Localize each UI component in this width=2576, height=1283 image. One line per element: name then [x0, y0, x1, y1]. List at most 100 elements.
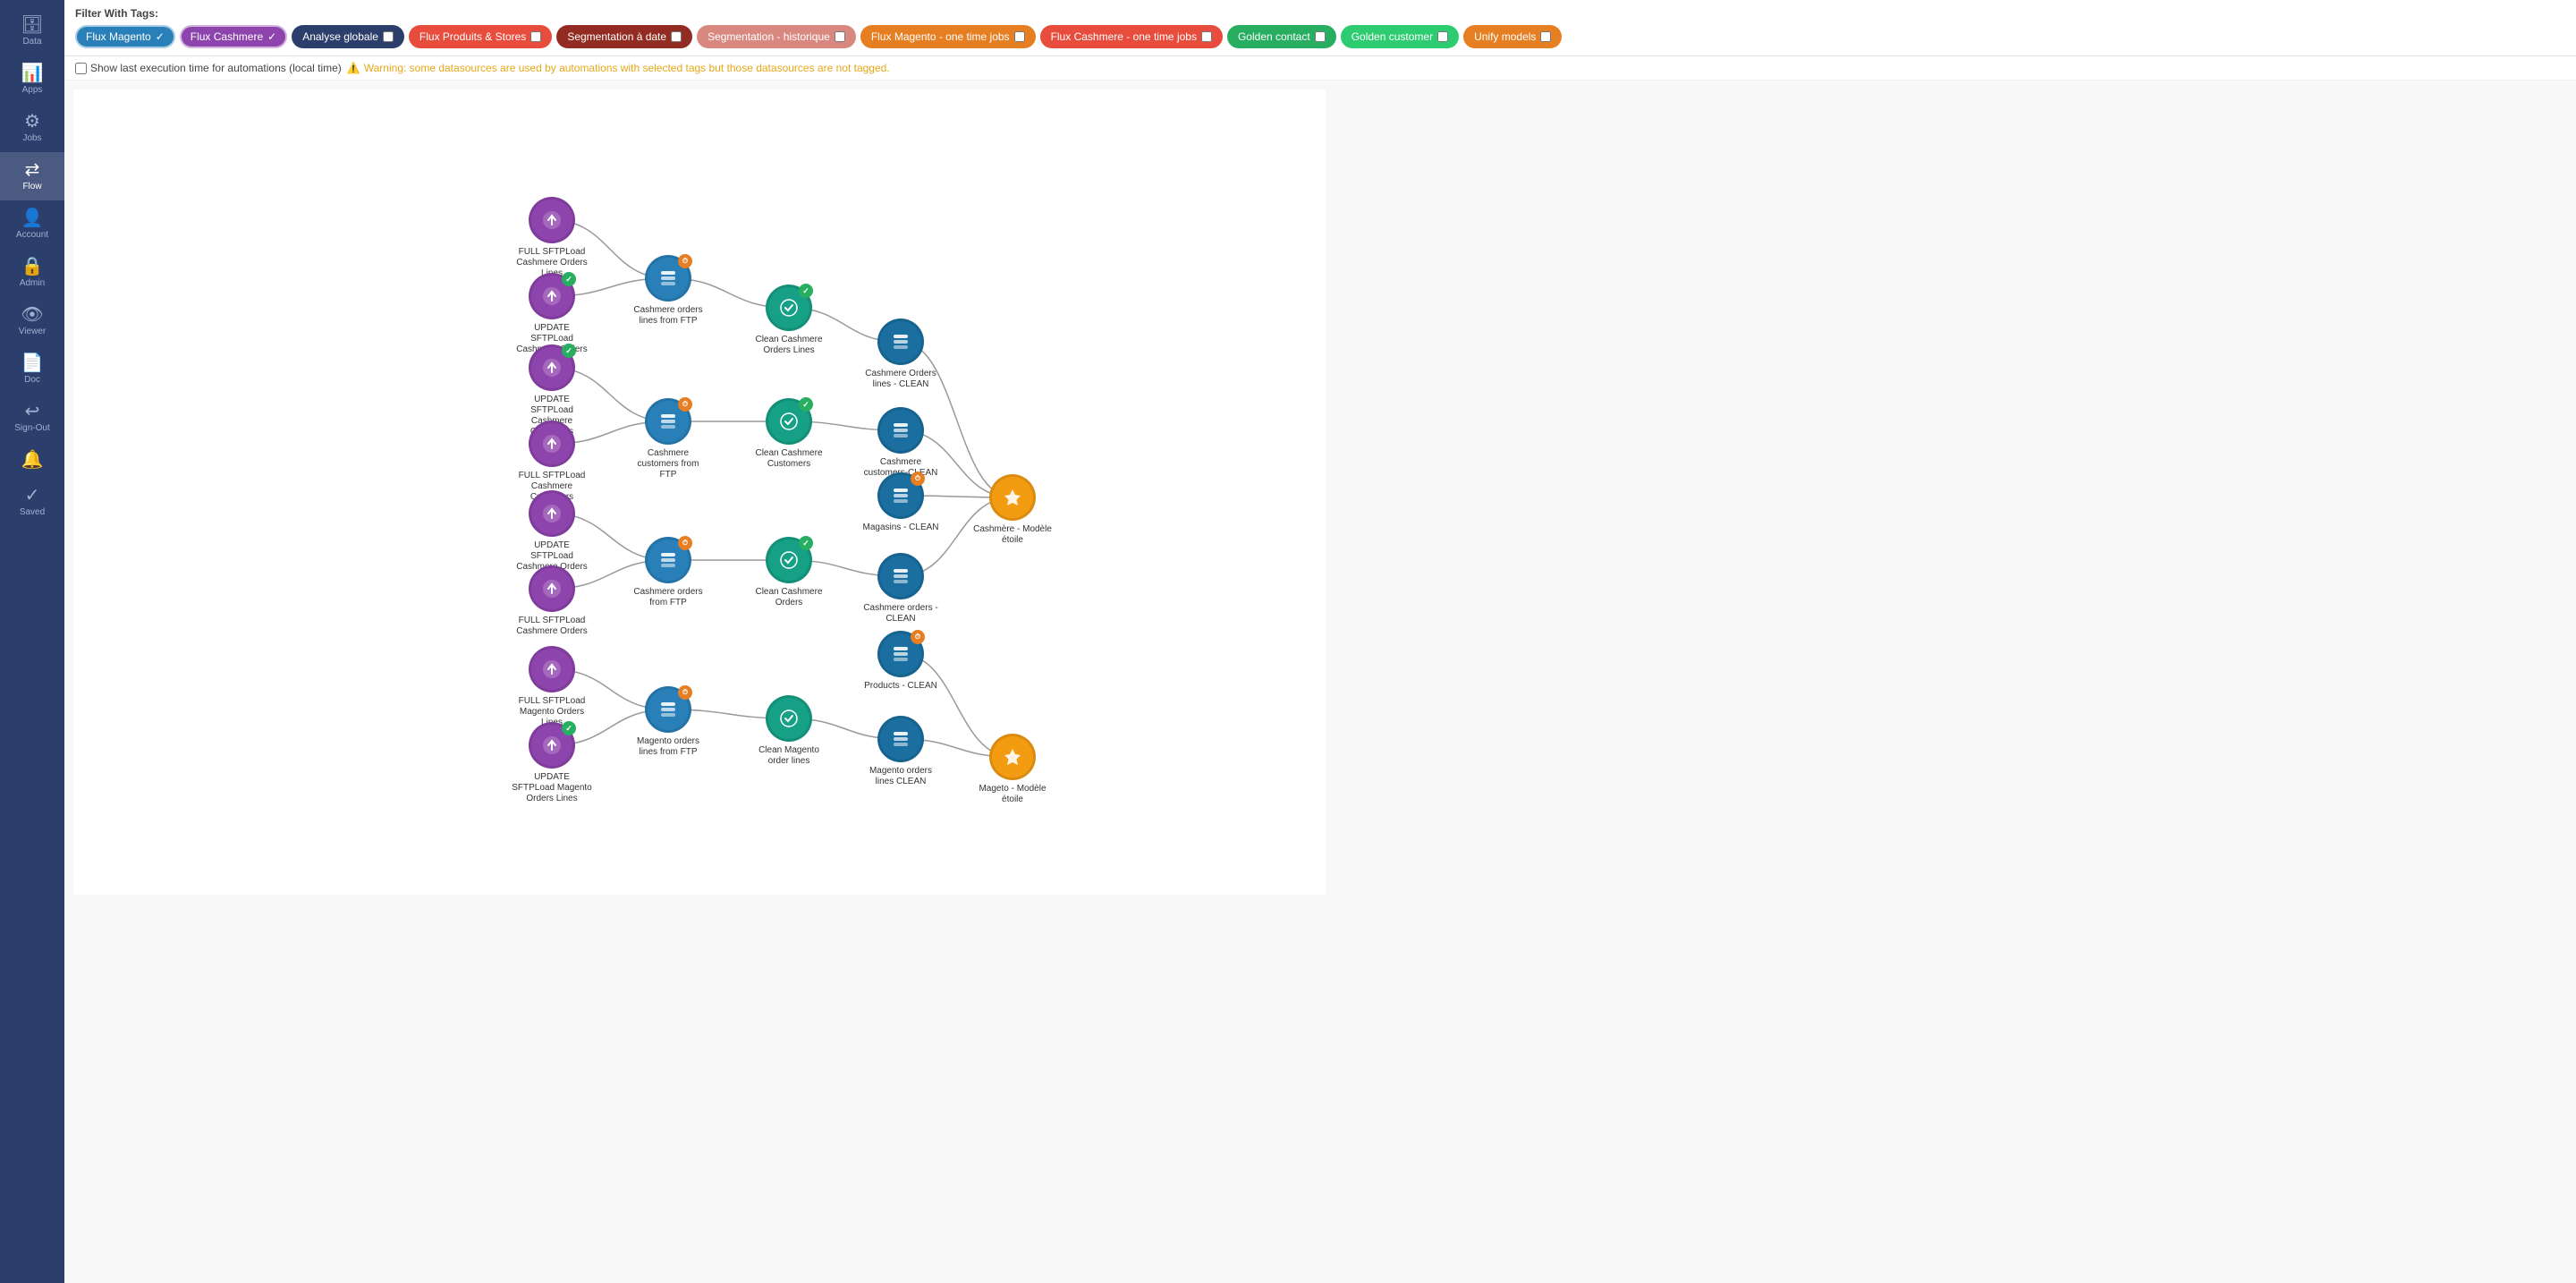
node-n8[interactable]: ⏱Cashmere customers from FTP — [628, 398, 708, 480]
node-label-n17: Cashmère - Modèle étoile — [972, 524, 1053, 546]
sidebar-item-notif[interactable]: 🔔 — [0, 442, 64, 478]
sidebar-item-flow[interactable]: ⇄ Flow — [0, 152, 64, 200]
sidebar-item-apps[interactable]: 📊 Apps — [0, 55, 64, 104]
sidebar-item-account[interactable]: 👤 Account — [0, 200, 64, 249]
node-circle-n1 — [529, 197, 575, 243]
node-n20[interactable]: ✓ UPDATE SFTPLoad Magento Orders Lines — [512, 722, 592, 804]
node-label-n8: Cashmere customers from FTP — [628, 448, 708, 480]
warning-message: ⚠️ Warning: some datasources are used by… — [347, 62, 890, 74]
badge-orange-n13: ⏱ — [678, 536, 692, 550]
badge-orange-n16: ⏱ — [911, 472, 925, 486]
options-bar: Show last execution time for automations… — [64, 56, 2576, 81]
sidebar-label-viewer: Viewer — [19, 327, 46, 336]
signout-icon: ↩ — [25, 403, 40, 421]
node-circle-n7 — [529, 421, 575, 467]
node-n15[interactable]: Cashmere orders - CLEAN — [860, 553, 941, 625]
tag-flux-cashmere-onetime[interactable]: Flux Cashmere - one time jobs — [1040, 25, 1223, 48]
sidebar-label-apps: Apps — [22, 85, 43, 95]
sidebar-label-data: Data — [22, 37, 41, 47]
node-label-n23: Magento orders lines CLEAN — [860, 766, 941, 787]
main-content: Filter With Tags:Flux Magento✓ Flux Cash… — [64, 0, 2576, 1283]
node-circle-n8: ⏱ — [645, 398, 691, 445]
node-circle-n13: ⏱ — [645, 537, 691, 583]
node-n9[interactable]: ✓Clean Cashmere Customers — [749, 398, 829, 470]
node-circle-n5 — [877, 319, 924, 365]
node-n1[interactable]: FULL SFTPLoad Cashmere Orders Lines — [512, 197, 592, 279]
tag-analyse-globale[interactable]: Analyse globale — [292, 25, 404, 48]
node-label-n20: UPDATE SFTPLoad Magento Orders Lines — [512, 772, 592, 804]
node-n3[interactable]: ⏱ Cashmere orders lines from FTP — [628, 255, 708, 327]
tag-flux-magento-onetime[interactable]: Flux Magento - one time jobs — [860, 25, 1036, 48]
badge-green-n6: ✓ — [562, 344, 576, 358]
sidebar-item-saved[interactable]: ✓ Saved — [0, 478, 64, 526]
show-execution-label[interactable]: Show last execution time for automations… — [75, 62, 342, 74]
node-n10[interactable]: Cashmere customers-CLEAN — [860, 407, 941, 479]
node-n18[interactable]: ⏱Products - CLEAN — [860, 631, 941, 692]
node-circle-n3: ⏱ — [645, 255, 691, 302]
node-label-n4: Clean Cashmere Orders Lines — [749, 335, 829, 356]
node-n13[interactable]: ⏱Cashmere orders from FTP — [628, 537, 708, 608]
node-circle-n11 — [529, 490, 575, 537]
tag-flux-produits[interactable]: Flux Produits & Stores — [409, 25, 552, 48]
tag-segmentation-hist[interactable]: Segmentation - historique — [697, 25, 856, 48]
node-circle-n16: ⏱ — [877, 472, 924, 519]
node-n12[interactable]: FULL SFTPLoad Cashmere Orders — [512, 565, 592, 637]
node-n4[interactable]: ✓ Clean Cashmere Orders Lines — [749, 285, 829, 356]
badge-green-n2: ✓ — [562, 272, 576, 286]
node-circle-n10 — [877, 407, 924, 454]
tag-flux-cashmere[interactable]: Flux Cashmere✓ — [180, 25, 287, 48]
node-circle-n12 — [529, 565, 575, 612]
node-circle-n4: ✓ — [766, 285, 812, 331]
badge-orange-n18: ⏱ — [911, 630, 925, 644]
sidebar-label-account: Account — [16, 230, 48, 240]
tag-segmentation-date[interactable]: Segmentation à date — [556, 25, 692, 48]
canvas-area[interactable]: FULL SFTPLoad Cashmere Orders Lines✓UPDA… — [64, 81, 2576, 1283]
tag-unify-models[interactable]: Unify models — [1463, 25, 1562, 48]
node-circle-n21: ⏱ — [645, 686, 691, 733]
node-label-n3: Cashmere orders lines from FTP — [628, 305, 708, 327]
sidebar-item-viewer[interactable]: 👁 Viewer — [0, 297, 64, 345]
node-n14[interactable]: ✓Clean Cashmere Orders — [749, 537, 829, 608]
node-n24[interactable]: Mageto - Modèle étoile — [972, 734, 1053, 805]
node-circle-n20: ✓ — [529, 722, 575, 769]
jobs-icon: ⚙ — [24, 113, 40, 131]
sidebar-item-jobs[interactable]: ⚙ Jobs — [0, 104, 64, 152]
show-execution-checkbox[interactable] — [75, 63, 87, 74]
flow-icon: ⇄ — [25, 161, 40, 179]
admin-icon: 🔒 — [21, 258, 44, 276]
tag-flux-magento[interactable]: Flux Magento✓ — [75, 25, 175, 48]
node-n22[interactable]: Clean Magento order lines — [749, 695, 829, 767]
sidebar-item-admin[interactable]: 🔒 Admin — [0, 249, 64, 297]
account-icon: 👤 — [21, 209, 44, 227]
doc-icon: 📄 — [21, 354, 44, 372]
sidebar-label-admin: Admin — [20, 278, 45, 288]
node-n11[interactable]: UPDATE SFTPLoad Cashmere Orders — [512, 490, 592, 573]
node-n5[interactable]: Cashmere Orders lines - CLEAN — [860, 319, 941, 390]
sidebar-item-data[interactable]: 🗄 Data — [0, 7, 64, 55]
node-circle-n18: ⏱ — [877, 631, 924, 677]
badge-green-n20: ✓ — [562, 721, 576, 735]
node-circle-n24 — [989, 734, 1036, 780]
sidebar-item-signout[interactable]: ↩ Sign-Out — [0, 394, 64, 442]
node-n21[interactable]: ⏱Magento orders lines from FTP — [628, 686, 708, 758]
filter-bar: Filter With Tags:Flux Magento✓ Flux Cash… — [64, 0, 2576, 56]
badge-orange-n21: ⏱ — [678, 685, 692, 700]
tag-golden-contact[interactable]: Golden contact — [1227, 25, 1336, 48]
node-n19[interactable]: FULL SFTPLoad Magento Orders Lines — [512, 646, 592, 728]
node-circle-n14: ✓ — [766, 537, 812, 583]
node-n17[interactable]: Cashmère - Modèle étoile — [972, 474, 1053, 546]
sidebar-label-doc: Doc — [24, 375, 40, 385]
warning-icon: ⚠️ — [347, 62, 360, 74]
node-circle-n17 — [989, 474, 1036, 521]
badge-green-n4: ✓ — [799, 284, 813, 298]
sidebar-label-signout: Sign-Out — [14, 423, 49, 433]
saved-icon: ✓ — [25, 487, 40, 505]
tag-golden-customer[interactable]: Golden customer — [1341, 25, 1459, 48]
sidebar-label-saved: Saved — [20, 507, 45, 517]
sidebar-item-doc[interactable]: 📄 Doc — [0, 345, 64, 394]
node-label-n5: Cashmere Orders lines - CLEAN — [860, 369, 941, 390]
badge-green-n9: ✓ — [799, 397, 813, 412]
node-label-n12: FULL SFTPLoad Cashmere Orders — [512, 616, 592, 637]
node-n16[interactable]: ⏱Magasins - CLEAN — [860, 472, 941, 533]
node-n23[interactable]: Magento orders lines CLEAN — [860, 716, 941, 787]
